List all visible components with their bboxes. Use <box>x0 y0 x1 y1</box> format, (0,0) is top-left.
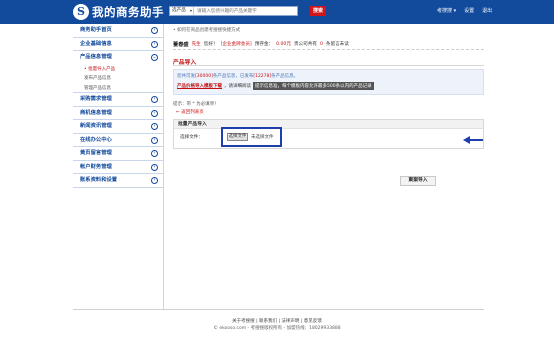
products-count: 0 <box>319 41 323 47</box>
import-submit-button[interactable]: 東案导入 <box>400 176 436 186</box>
user-status-bar: 董春盛 先生 您好！ [企业金牌会员] 预存金： 0.00元 贵公司共有 0 条… <box>173 39 484 50</box>
required-hint: 提示：带 * 为必填项！ <box>173 102 219 107</box>
expand-circle-icon: › <box>151 109 158 117</box>
sidebar-item-product-management[interactable]: 产品信息管理 ⌄ <box>73 51 163 65</box>
file-label: 选择文件： <box>180 135 203 140</box>
member-level-badge[interactable]: [企业金牌会员] <box>221 41 252 47</box>
balance-label: 预存金： <box>254 42 274 47</box>
back-to-list-link[interactable]: ← 返回列表页 <box>176 109 204 115</box>
header-links: 考搜搜 ▾ 设置 退出 <box>437 7 492 14</box>
expand-circle-icon: › <box>151 123 158 130</box>
sidebar-subitem-batch-import[interactable]: • 批量导入产品 <box>73 65 163 75</box>
sidebar-item-messages[interactable]: 黄页留言管理 › <box>73 147 163 161</box>
footer-links[interactable]: 关于考搜搜 | 联系我们 | 法律声明 | 意见反馈 <box>0 318 554 324</box>
balance-value: 0.00元 <box>276 42 291 47</box>
greeting: 您好！ <box>203 42 218 47</box>
sidebar-item-home[interactable]: 商务助手首页 › <box>73 24 163 38</box>
search-input[interactable] <box>194 7 297 15</box>
top-header: S 我的商务助手 选产品▾ 搜索 考搜搜 ▾ 设置 退出 <box>0 0 554 24</box>
sidebar-subitem-manage-product[interactable]: 管理产品信息 <box>73 84 163 93</box>
template-download-link[interactable]: 产品价格导入模板下载 <box>177 83 222 89</box>
shortcut-tip-link[interactable]: • 如何在商品创建考搜搜快捷方式 <box>173 27 240 33</box>
expand-circle-icon: › <box>151 40 158 48</box>
search-button[interactable]: 搜索 <box>310 6 326 16</box>
logo[interactable]: S 我的商务助手 <box>73 3 164 21</box>
expand-circle-icon: › <box>151 136 158 144</box>
expand-circle-icon: › <box>151 150 158 157</box>
settings-link[interactable]: 设置 <box>464 7 474 14</box>
sidebar-item-company-info[interactable]: 企业基础信息 › <box>73 38 163 51</box>
footer-copyright: © ekooso.com - 考搜搜版权所有 - 加盟热线：1802993388… <box>213 326 341 331</box>
expand-circle-icon: › <box>151 27 158 34</box>
quota-text: 您共可发[30000]条产品信息，已发布[12278]条产品信息。 <box>177 74 299 79</box>
template-tooltip: 提示信息准，每个模板内容允许最多500条以内的产品记录 <box>253 82 374 90</box>
search-category-select[interactable]: 选产品 ▾ <box>170 7 194 15</box>
choose-file-button[interactable]: 选择文件 <box>227 133 248 141</box>
expand-circle-icon: › <box>151 163 158 171</box>
sidebar-subitem-publish-product[interactable]: 发布产品信息 <box>73 74 163 84</box>
collapse-circle-icon: ⌄ <box>151 54 158 61</box>
expand-circle-icon: › <box>151 96 158 103</box>
section-divider <box>173 65 484 66</box>
sidebar-item-finance[interactable]: 帐户财务管理 › <box>73 161 163 174</box>
user-title: 先生 <box>191 42 201 47</box>
sidebar-item-account-settings[interactable]: 账系资料和设置 › <box>73 174 163 188</box>
quota-info-box: 您共可发[30000]条产品信息，已发布[12278]条产品信息。 产品价格导入… <box>173 69 484 95</box>
products-label: 贵公司共有 <box>293 42 317 47</box>
logo-text: 我的商务助手 <box>92 5 164 19</box>
chevron-down-icon: ▾ <box>189 8 192 13</box>
footer-divider <box>73 309 484 310</box>
search-box: 选产品 ▾ <box>169 6 298 16</box>
template-info: 产品价格导入模板下载 ，请详细阅读 提示信息准，每个模板内容允许最多500条以内… <box>177 82 374 90</box>
sidebar-item-news[interactable]: 新闻资讯管理 › <box>73 120 163 134</box>
arrow-left-icon <box>463 136 483 144</box>
sidebar: 商务助手首页 › 企业基础信息 › 产品信息管理 ⌄ • 批量导入产品 发布产品信息 … <box>73 24 164 309</box>
account-menu-link[interactable]: 考搜搜 ▾ <box>437 7 456 14</box>
sidebar-item-purchase[interactable]: 采购需求管理 › <box>73 93 163 107</box>
file-status: 未选择文件 <box>251 135 274 140</box>
expand-circle-icon: › <box>151 177 158 184</box>
logout-link[interactable]: 退出 <box>482 7 492 14</box>
products-tail: 条留言未读 <box>325 42 349 47</box>
logo-mark-icon: S <box>73 4 89 20</box>
sidebar-item-business-opportunity[interactable]: 商机信息管理 › <box>73 107 163 120</box>
sidebar-item-office[interactable]: 在线办公中心 › <box>73 134 163 147</box>
user-name: 董春盛 <box>173 41 189 48</box>
import-form: 批量产品导入 选择文件： 选择文件 未选择文件 <box>173 119 484 149</box>
